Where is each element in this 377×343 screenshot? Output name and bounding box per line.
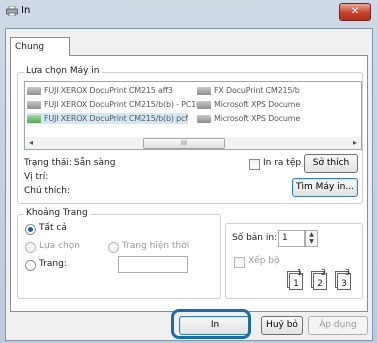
copies-input[interactable]: 1 [278, 230, 305, 247]
copies-spinner[interactable]: ▲ ▼ [305, 230, 318, 247]
printer-selection-label: Lựa chọn Máy in [24, 66, 102, 76]
range-all-label: Tất cả [39, 223, 67, 233]
apply-button[interactable]: Áp dụng [308, 316, 368, 335]
comment-label: Chú thích: [24, 186, 70, 196]
printer-icon [197, 114, 211, 123]
window-title: In [21, 5, 31, 16]
general-tab-panel: Lựa chọn Máy in FUJI XEROX DocuPrint CM2… [10, 55, 368, 312]
close-button[interactable]: ✕ [339, 3, 371, 21]
print-to-file-checkbox[interactable] [249, 159, 260, 170]
status-value: Sẵn sàng [74, 158, 116, 168]
scroll-right-icon[interactable]: ▸ [349, 137, 361, 149]
range-selection-radio[interactable] [25, 242, 36, 253]
pages-input[interactable] [118, 256, 188, 273]
cancel-button[interactable]: Huỷ bỏ [261, 316, 303, 335]
collate-back-number: 1 [297, 268, 303, 277]
printer-icon [27, 86, 41, 95]
printer-list[interactable]: FUJI XEROX DocuPrint CM215 aff3 FX DocuP… [24, 81, 362, 139]
tab-general[interactable]: Chung [10, 37, 70, 56]
printer-item[interactable]: Microsoft XPS Docume [197, 99, 300, 110]
printer-icon [27, 100, 41, 109]
printer-icon [197, 100, 211, 109]
collate-label: Xếp bộ [248, 256, 280, 266]
scroll-left-icon[interactable]: ◂ [25, 137, 37, 149]
printer-item[interactable]: FUJI XEROX DocuPrint CM215 aff3 [27, 85, 173, 96]
preferences-button[interactable]: Sở thích [304, 154, 358, 173]
scroll-thumb[interactable]: III [143, 138, 225, 149]
printer-icon [197, 86, 211, 95]
printer-item[interactable]: Microsoft XPS Docume [197, 113, 300, 124]
range-selection-label: Lựa chọn [39, 241, 80, 251]
dialog-client-area: Chung Lựa chọn Máy in FUJI XEROX DocuPri… [5, 28, 373, 341]
range-all-radio[interactable] [25, 224, 36, 235]
spin-up-icon[interactable]: ▲ [306, 231, 317, 238]
printer-list-scrollbar[interactable]: ◂ III ▸ [24, 137, 362, 150]
range-current-page-label: Trang hiện thời [122, 241, 190, 251]
title-bar: In ✕ [0, 0, 377, 24]
collate-checkbox[interactable] [234, 257, 245, 268]
default-printer-icon [27, 114, 41, 123]
page-range-group: Khoảng Trang Tất cả Lựa chọn Trang hiện … [17, 208, 221, 299]
printer-icon [6, 6, 18, 16]
location-label: Vị trí: [24, 172, 49, 182]
range-current-page-radio[interactable] [108, 242, 119, 253]
status-label: Trạng thái: [24, 158, 72, 168]
copies-group: Số bản in: 1 ▲ ▼ Xếp bộ 1 2 3 1 2 3 [225, 223, 363, 299]
range-pages-radio[interactable] [25, 260, 36, 271]
printer-item[interactable]: FUJI XEROX DocuPrint CM215/b(b) - PC16 [27, 99, 201, 110]
print-to-file-label: In ra tệp [263, 158, 302, 168]
range-pages-label: Trang: [39, 259, 67, 269]
printer-item-selected[interactable]: FUJI XEROX DocuPrint CM215/b(b) pcf [27, 113, 188, 124]
collate-back-number: 3 [345, 268, 351, 277]
copies-label: Số bản in: [232, 233, 278, 243]
printer-item[interactable]: FX DocuPrint CM215/b [197, 85, 300, 96]
page-range-label: Khoảng Trang [24, 208, 90, 218]
print-button-highlight [171, 309, 251, 339]
print-dialog-window: In ✕ Chung Lựa chọn Máy in FUJI XEROX Do… [0, 0, 377, 343]
spin-down-icon[interactable]: ▼ [306, 238, 317, 245]
find-printer-button[interactable]: Tìm Máy in... [292, 178, 358, 197]
printer-selection-group: Lựa chọn Máy in FUJI XEROX DocuPrint CM2… [17, 66, 363, 204]
collate-back-number: 2 [321, 268, 327, 277]
